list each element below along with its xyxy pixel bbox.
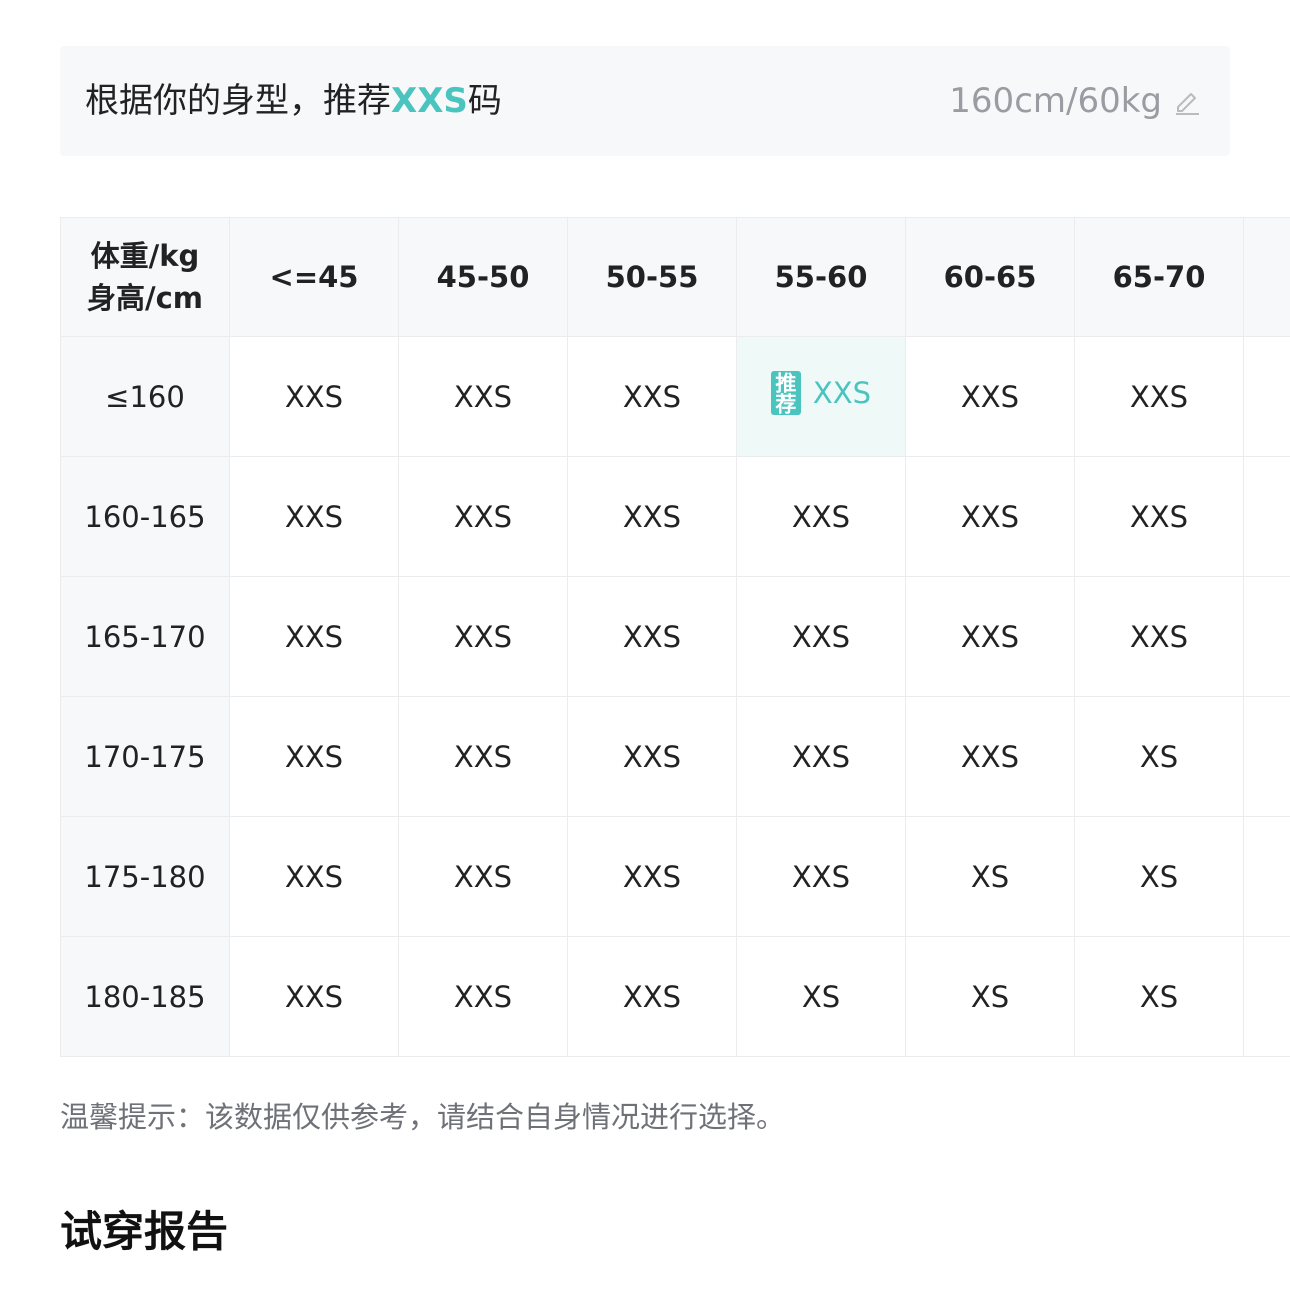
size-cell: XXS <box>398 576 568 697</box>
size-chart: 体重/kg 身高/cm <=45 45-50 50-55 55-60 60-65 65-7… <box>60 217 1290 1057</box>
table-row: 170-175 XXS XXS XXS XXS XXS XS <box>60 696 1290 817</box>
size-cell: XXS <box>1074 336 1244 457</box>
row-header-height: 180-185 <box>60 936 230 1057</box>
size-cell: XXS <box>736 696 906 817</box>
pencil-icon[interactable] <box>1172 86 1202 116</box>
table-row: ≤160 XXS XXS XXS 推荐 XXS XXS XXS <box>60 336 1290 457</box>
size-cell: XS <box>1074 816 1244 937</box>
size-cell: XXS <box>905 576 1075 697</box>
size-cell: XXS <box>1074 456 1244 577</box>
size-cell: XXS <box>567 456 737 577</box>
size-cell: XS <box>905 936 1075 1057</box>
row-header-height: ≤160 <box>60 336 230 457</box>
size-cell: XXS <box>229 696 399 817</box>
column-header-weight: 55-60 <box>736 217 906 337</box>
size-cell: XS <box>736 936 906 1057</box>
size-cell: XXS <box>905 696 1075 817</box>
size-cell: XXS <box>398 456 568 577</box>
recommended-badge: 推荐 <box>770 371 801 415</box>
size-cell: XS <box>905 816 1075 937</box>
size-cell: XS <box>1074 936 1244 1057</box>
size-cell: XXS <box>905 456 1075 577</box>
column-header-weight: 45-50 <box>398 217 568 337</box>
size-cell <box>1243 936 1290 1057</box>
size-cell: XXS <box>567 816 737 937</box>
recommended-cell-content: 推荐 XXS <box>770 371 872 415</box>
size-cell <box>1243 696 1290 817</box>
column-header-weight: 65-70 <box>1074 217 1244 337</box>
body-info-edit[interactable]: 160cm/60kg <box>949 46 1202 156</box>
column-header-weight: 7 <box>1243 217 1290 337</box>
column-header-weight: <=45 <box>229 217 399 337</box>
recommended-size: XXS <box>391 81 468 121</box>
tip-text: 温馨提示：该数据仅供参考，请结合自身情况进行选择。 <box>60 1100 786 1134</box>
table-row: 180-185 XXS XXS XXS XS XS XS <box>60 936 1290 1057</box>
recommended-size-cell: 推荐 XXS <box>736 336 906 457</box>
size-cell <box>1243 816 1290 937</box>
size-cell: XXS <box>229 336 399 457</box>
table-row: 175-180 XXS XXS XXS XXS XS XS <box>60 816 1290 937</box>
row-header-height: 170-175 <box>60 696 230 817</box>
size-cell: XXS <box>229 576 399 697</box>
size-cell <box>1243 336 1290 457</box>
size-cell: XXS <box>567 576 737 697</box>
column-header-weight: 60-65 <box>905 217 1075 337</box>
size-cell: XXS <box>736 456 906 577</box>
weight-axis-label: 体重/kg <box>90 239 200 273</box>
recommendation-banner: 根据你的身型，推荐XXS码 160cm/60kg <box>60 46 1230 156</box>
row-header-height: 165-170 <box>60 576 230 697</box>
size-cell <box>1243 456 1290 577</box>
column-header-weight: 50-55 <box>567 217 737 337</box>
size-cell <box>1243 576 1290 697</box>
size-table: 体重/kg 身高/cm <=45 45-50 50-55 55-60 60-65 65-7… <box>60 217 1290 1057</box>
table-row: 160-165 XXS XXS XXS XXS XXS XXS <box>60 456 1290 577</box>
size-cell: XXS <box>905 336 1075 457</box>
size-cell: XXS <box>736 816 906 937</box>
row-header-height: 175-180 <box>60 816 230 937</box>
size-cell: XS <box>1074 696 1244 817</box>
size-cell: XXS <box>736 576 906 697</box>
size-cell: XXS <box>567 936 737 1057</box>
corner-header: 体重/kg 身高/cm <box>60 217 230 337</box>
size-cell: XXS <box>398 696 568 817</box>
size-cell: XXS <box>398 936 568 1057</box>
size-cell: XXS <box>229 816 399 937</box>
recommendation-suffix: 码 <box>467 81 502 121</box>
size-cell: XXS <box>1074 576 1244 697</box>
table-row: 165-170 XXS XXS XXS XXS XXS XXS <box>60 576 1290 697</box>
size-cell: XXS <box>567 696 737 817</box>
height-axis-label: 身高/cm <box>86 281 203 315</box>
recommendation-text: 根据你的身型，推荐XXS码 <box>85 46 502 156</box>
size-cell: XXS <box>229 936 399 1057</box>
section-title-try-on-report: 试穿报告 <box>60 1207 229 1256</box>
size-cell: XXS <box>229 456 399 577</box>
row-header-height: 160-165 <box>60 456 230 577</box>
size-value: XXS <box>812 376 872 410</box>
body-info-text[interactable]: 160cm/60kg <box>949 81 1162 121</box>
recommendation-prefix: 根据你的身型，推荐 <box>85 81 391 121</box>
size-cell: XXS <box>398 816 568 937</box>
table-header-row: 体重/kg 身高/cm <=45 45-50 50-55 55-60 60-65 65-7… <box>60 217 1290 337</box>
size-cell: XXS <box>567 336 737 457</box>
size-cell: XXS <box>398 336 568 457</box>
